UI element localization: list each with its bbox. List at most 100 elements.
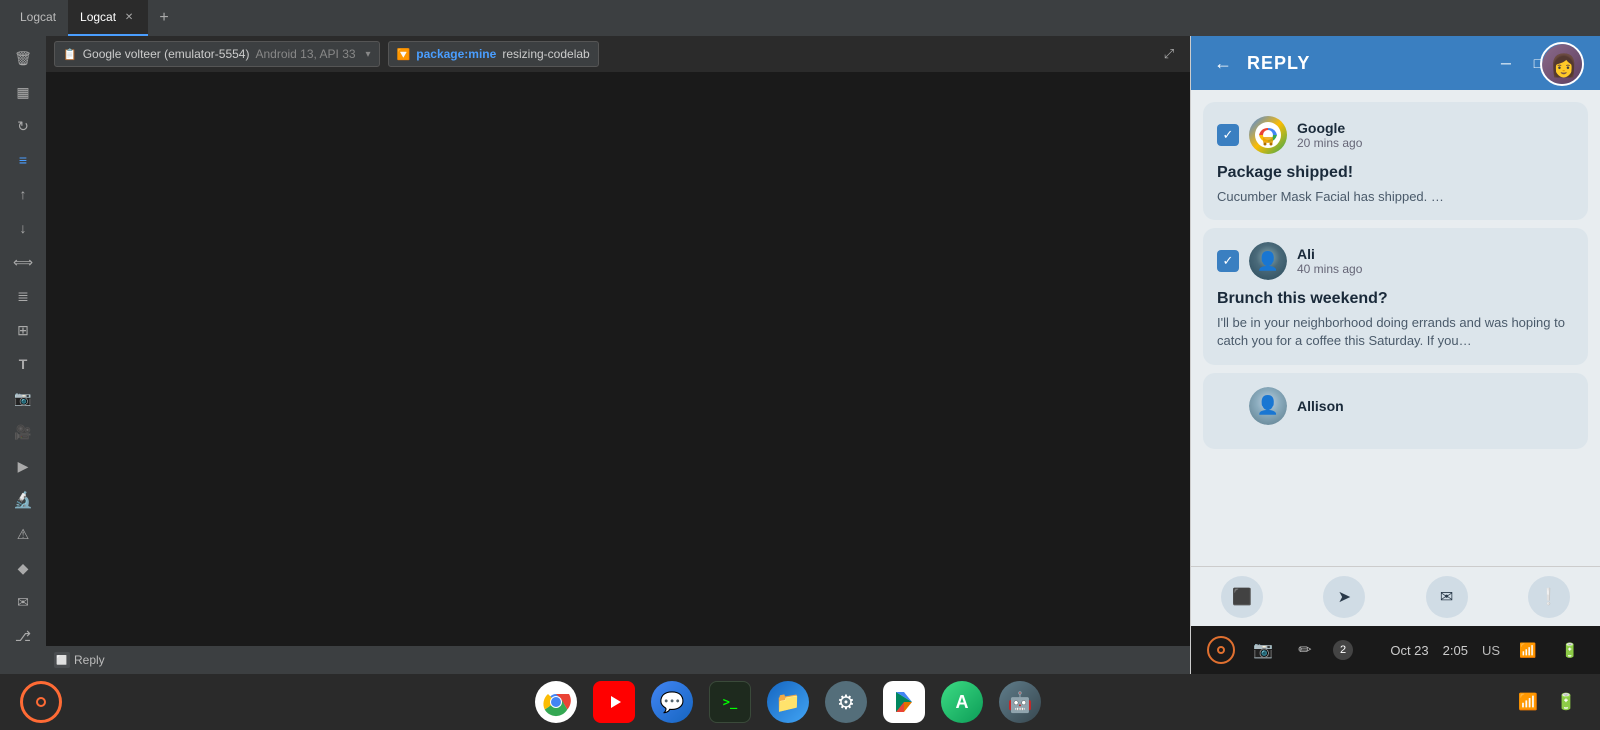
taskbar-wifi-icon: 📶	[1514, 688, 1542, 716]
screenshot-button[interactable]: 📷	[9, 384, 37, 412]
logcat-area: 📋 Google volteer (emulator-5554) Android…	[46, 36, 1190, 674]
google-notification-card[interactable]: Google 20 mins ago Package shipped! Cucu…	[1203, 102, 1588, 220]
edit-tray-button[interactable]: ✏	[1291, 636, 1319, 664]
record-button[interactable]: 🎥	[9, 418, 37, 446]
device-chevron-icon: ▾	[366, 49, 371, 60]
minimize-button[interactable]: ─	[1492, 49, 1520, 77]
scroll-up-button[interactable]: ↑	[9, 180, 37, 208]
allison-avatar-image: 👤	[1249, 387, 1287, 425]
taskbar-youtube-icon[interactable]	[593, 681, 635, 723]
device-icon: 📋	[63, 48, 77, 61]
taskbar-center: 💬 >_ 📁 ⚙	[535, 681, 1041, 723]
notification-header: 👤 Allison	[1217, 387, 1574, 425]
reply-title: REPLY	[1247, 53, 1310, 74]
taskbar-settings-icon[interactable]: ⚙	[825, 681, 867, 723]
allison-notif-meta: Allison	[1297, 398, 1344, 414]
badge-count: 2	[1340, 644, 1346, 656]
format-button[interactable]: ≣	[9, 282, 37, 310]
logcat-toolbar: 📋 Google volteer (emulator-5554) Android…	[46, 36, 1190, 72]
ali-notification-checkbox[interactable]	[1217, 250, 1239, 272]
tab-close-button[interactable]: ✕	[122, 10, 136, 24]
taskbar-battery-icon: 🔋	[1552, 688, 1580, 716]
restart-button[interactable]: ↻	[9, 112, 37, 140]
clear-logcat-button[interactable]: 🗑	[9, 44, 37, 72]
power-icon	[1217, 646, 1225, 654]
taskbar-playstore-icon[interactable]	[883, 681, 925, 723]
taskbar-chrome-icon[interactable]	[535, 681, 577, 723]
expand-button[interactable]: ⤢	[1156, 41, 1182, 67]
reply-icon: ⬜	[54, 652, 70, 668]
tab-logcat2[interactable]: Logcat ✕	[68, 0, 148, 36]
message-action-button[interactable]: ⬛	[1221, 576, 1263, 618]
filter-value-label: resizing-codelab	[502, 47, 589, 61]
google-notif-meta: Google 20 mins ago	[1297, 120, 1362, 150]
reply-panel: ← REPLY ─ □ ✕ 👩	[1190, 36, 1600, 674]
email-action-button[interactable]: ✉	[1426, 576, 1468, 618]
branch-button[interactable]: ⎇	[9, 622, 37, 650]
bottom-status-bar: ⬜ Reply	[46, 646, 1190, 674]
messages-button[interactable]: ✉	[9, 588, 37, 616]
back-button[interactable]: ←	[1207, 47, 1239, 79]
notification-checkbox[interactable]	[1217, 124, 1239, 146]
logcat-content[interactable]	[46, 72, 1190, 646]
ali-sender-name: Ali	[1297, 246, 1362, 262]
google-app-avatar	[1249, 116, 1287, 154]
notification-header: 👤 Ali 40 mins ago	[1217, 242, 1574, 280]
google-avatar-image	[1249, 116, 1287, 154]
google-notif-title: Package shipped!	[1217, 164, 1574, 182]
reply-indicator[interactable]: ⬜ Reply	[54, 652, 105, 668]
filter-text-label: package:mine	[416, 47, 496, 61]
layout-button[interactable]: ⊞	[9, 316, 37, 344]
statistics-button[interactable]: ▦	[9, 78, 37, 106]
add-tab-button[interactable]: +	[152, 6, 176, 30]
back-arrow-icon: ←	[1214, 53, 1232, 74]
reply-label: Reply	[74, 653, 105, 667]
power-inner-icon	[36, 697, 46, 707]
notification-list: Google 20 mins ago Package shipped! Cucu…	[1191, 90, 1600, 566]
allison-app-avatar: 👤	[1249, 387, 1287, 425]
ali-avatar-image: 👤	[1249, 242, 1287, 280]
device-name-label: Google volteer (emulator-5554)	[83, 47, 250, 61]
scroll-down-button[interactable]: ↓	[9, 214, 37, 242]
play-button[interactable]: ▶	[9, 452, 37, 480]
alert-action-button[interactable]: ❕	[1528, 576, 1570, 618]
device-selector[interactable]: 📋 Google volteer (emulator-5554) Android…	[54, 41, 380, 67]
system-tray-bar: 📷 ✏ 2 Oct 23 2:05 US 📶 🔋	[1191, 626, 1600, 674]
taskbar: 💬 >_ 📁 ⚙	[0, 674, 1600, 730]
reply-user-avatar: 👩	[1540, 42, 1584, 86]
taskbar-right: 📶 🔋	[1514, 688, 1580, 716]
inspect-button[interactable]: 🔬	[9, 486, 37, 514]
taskbar-studio-icon[interactable]: A	[941, 681, 983, 723]
issues-button[interactable]: ⚠	[9, 520, 37, 548]
google-notif-body: Cucumber Mask Facial has shipped. …	[1217, 188, 1574, 206]
ali-notif-meta: Ali 40 mins ago	[1297, 246, 1362, 276]
taskbar-files-icon[interactable]: 📁	[767, 681, 809, 723]
profiler-button[interactable]: ◆	[9, 554, 37, 582]
taskbar-power-button[interactable]	[20, 681, 62, 723]
allison-notification-card[interactable]: 👤 Allison	[1203, 373, 1588, 449]
ali-notification-card[interactable]: 👤 Ali 40 mins ago Brunch this weekend? I…	[1203, 228, 1588, 364]
tab-logcat1[interactable]: Logcat	[8, 0, 68, 36]
notification-header: Google 20 mins ago	[1217, 116, 1574, 154]
api-info-label: Android 13, API 33	[255, 47, 355, 61]
ali-notif-time: 40 mins ago	[1297, 262, 1362, 276]
taskbar-messages-icon[interactable]: 💬	[651, 681, 693, 723]
title-bar: Logcat Logcat ✕ +	[0, 0, 1600, 36]
wrap-button[interactable]: ⟺	[9, 248, 37, 276]
system-date: Oct 23	[1390, 643, 1428, 658]
checkmark-icon	[1223, 127, 1234, 143]
tab-label-active: Logcat	[80, 10, 116, 24]
ali-app-avatar: 👤	[1249, 242, 1287, 280]
notification-badge[interactable]: 2	[1333, 640, 1353, 660]
text-button[interactable]: T	[9, 350, 37, 378]
filter-button[interactable]: ≡	[9, 146, 37, 174]
taskbar-emulator-icon[interactable]: 🤖	[999, 681, 1041, 723]
send-action-button[interactable]: ➤	[1323, 576, 1365, 618]
filter-selector[interactable]: 🔽 package:mine resizing-codelab	[388, 41, 599, 67]
region-label: US	[1482, 643, 1500, 658]
alert-action-icon: ❕	[1539, 587, 1559, 607]
taskbar-terminal-icon[interactable]: >_	[709, 681, 751, 723]
screenshot-tray-button[interactable]: 📷	[1249, 636, 1277, 664]
power-button[interactable]	[1207, 636, 1235, 664]
taskbar-left	[20, 681, 62, 723]
